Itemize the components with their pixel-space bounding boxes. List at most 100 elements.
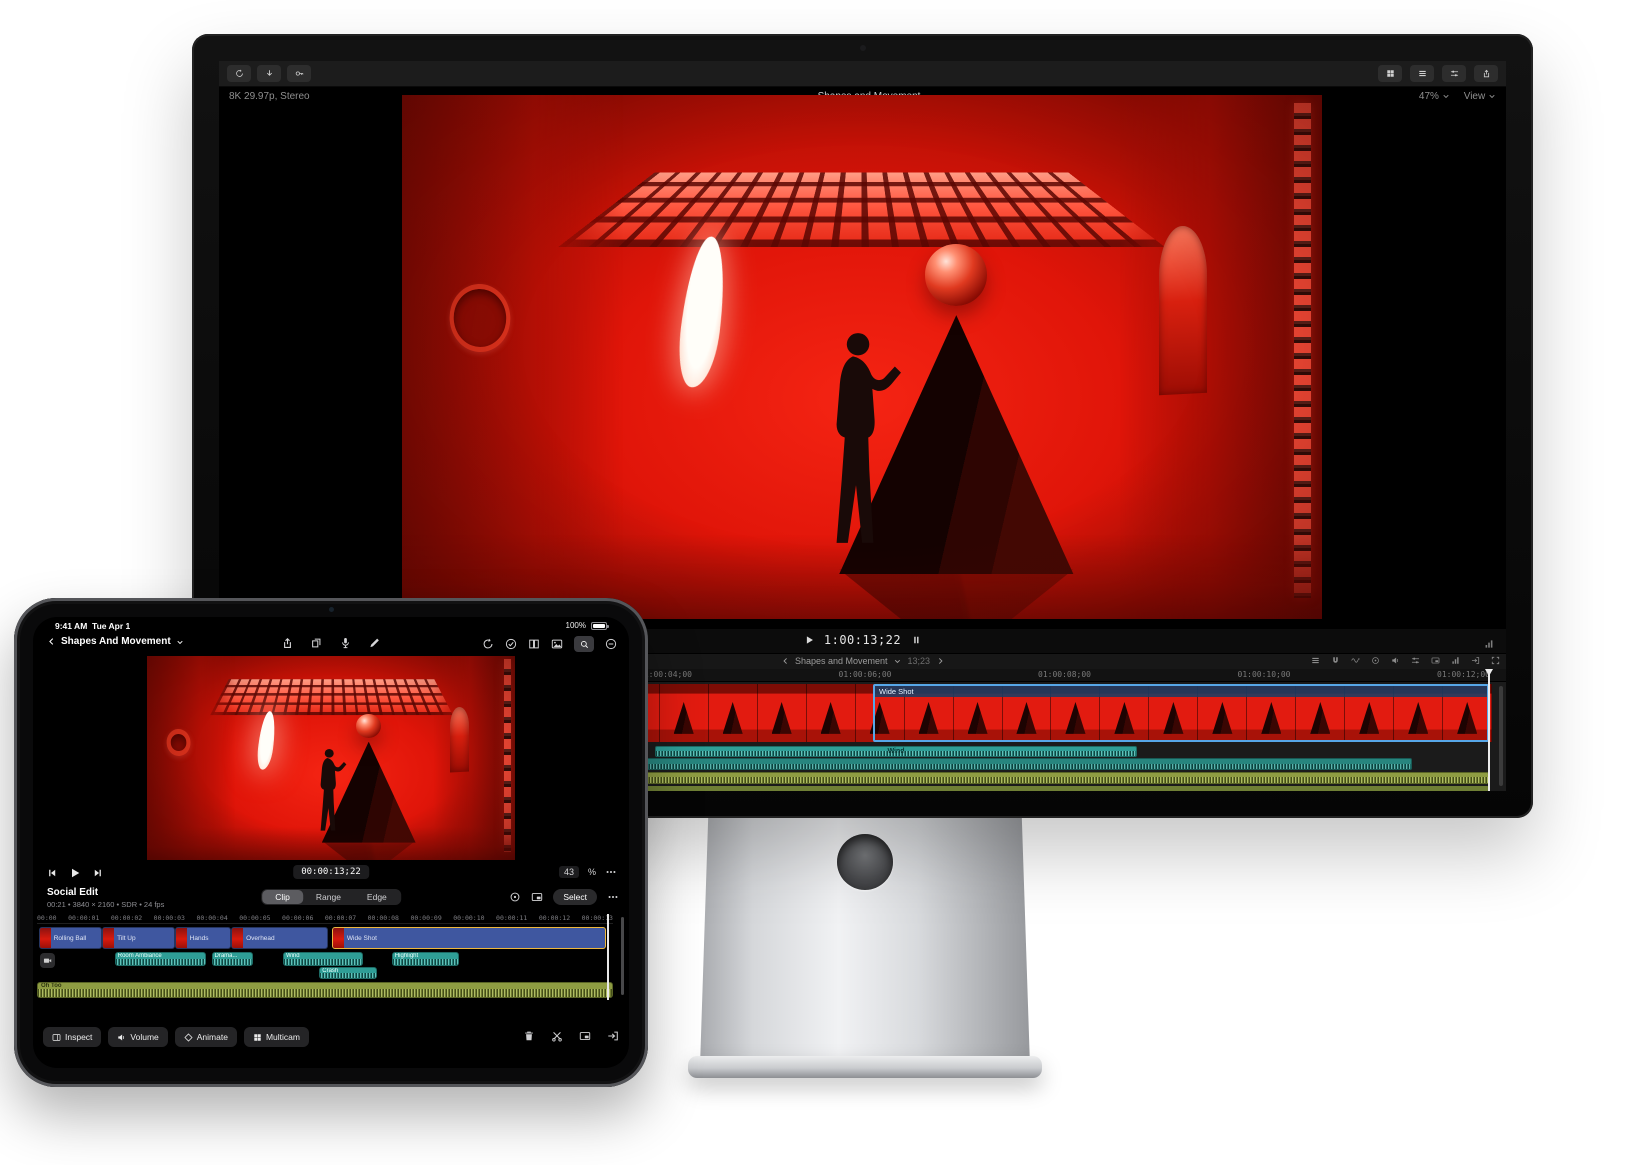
share-button[interactable] xyxy=(1474,65,1498,82)
ruler-label: 00:00:07 xyxy=(325,914,356,923)
ruler-label: 00:00:02 xyxy=(111,914,142,923)
stand-base xyxy=(688,1056,1042,1078)
segment-clip[interactable]: Clip xyxy=(262,890,303,904)
audio-clip[interactable]: Wind xyxy=(283,952,363,966)
audio-clip[interactable]: Drama... xyxy=(212,952,253,966)
chevron-down-icon xyxy=(1442,92,1450,100)
sliders-icon[interactable] xyxy=(1411,656,1420,665)
duplicate-icon[interactable] xyxy=(311,637,323,649)
print-icon[interactable] xyxy=(1471,656,1480,665)
ruler-label: 00:00:08 xyxy=(368,914,399,923)
share-icon[interactable] xyxy=(282,637,294,649)
chevron-down-icon[interactable] xyxy=(176,638,184,646)
chevron-right-icon[interactable] xyxy=(936,657,944,665)
volume-button[interactable]: Volume xyxy=(108,1027,167,1047)
film-frame[interactable] xyxy=(807,684,856,742)
meters-icon[interactable] xyxy=(1451,656,1460,665)
chevron-left-icon[interactable] xyxy=(781,657,789,665)
ruler-label: 00:00:12 xyxy=(539,914,570,923)
browser-grid-button[interactable] xyxy=(1378,65,1402,82)
segment-range[interactable]: Range xyxy=(303,890,354,904)
viewer-zoom-menu[interactable]: 47% xyxy=(1419,91,1450,102)
film-frame[interactable] xyxy=(758,684,807,742)
play-icon[interactable] xyxy=(804,635,814,645)
skip-back-icon[interactable] xyxy=(47,868,57,878)
segment-edge[interactable]: Edge xyxy=(354,890,400,904)
ipad-bottom-toolbar: Inspect Volume Animate Multicam xyxy=(43,1027,619,1049)
pause-icon[interactable] xyxy=(911,635,921,645)
adjust-sliders-button[interactable] xyxy=(1442,65,1466,82)
media-icon[interactable] xyxy=(551,638,563,650)
timeline-scrollbar[interactable] xyxy=(1499,686,1503,786)
import-button[interactable] xyxy=(257,65,281,82)
ruler-label: 00:00:04 xyxy=(196,914,227,923)
music-clip[interactable]: Oh Too xyxy=(37,982,613,998)
playhead[interactable] xyxy=(1488,669,1490,791)
mic-icon[interactable] xyxy=(340,637,352,649)
viewer-view-menu[interactable]: View xyxy=(1464,91,1496,102)
export-icon[interactable] xyxy=(607,1030,619,1042)
play-icon[interactable] xyxy=(69,867,81,879)
index-icon[interactable] xyxy=(1311,656,1320,665)
index-list-button[interactable] xyxy=(1410,65,1434,82)
rotate-icon[interactable] xyxy=(482,638,494,650)
video-clip[interactable]: Rolling Ball xyxy=(39,927,102,949)
pencil-icon[interactable] xyxy=(369,637,381,649)
skip-forward-icon[interactable] xyxy=(93,868,103,878)
clip-label: Oh Too xyxy=(41,983,62,989)
select-button[interactable]: Select xyxy=(553,889,597,905)
multicam-button[interactable]: Multicam xyxy=(244,1027,309,1047)
playhead[interactable] xyxy=(607,914,609,1000)
nav-project-title[interactable]: Shapes And Movement xyxy=(61,636,171,647)
zoom-fit-icon[interactable] xyxy=(1491,656,1500,665)
audio-clip[interactable]: Crash xyxy=(319,967,377,979)
blade-icon[interactable] xyxy=(551,1030,563,1042)
display-stand xyxy=(700,816,1030,1066)
timeline-project-title[interactable]: Shapes and Movement xyxy=(795,656,888,666)
video-clip[interactable]: Wide Shot xyxy=(332,927,606,949)
video-clip[interactable]: Overhead xyxy=(231,927,328,949)
inspect-button[interactable]: Inspect xyxy=(43,1027,101,1047)
trash-icon[interactable] xyxy=(523,1030,535,1042)
zoom-value[interactable]: 43 xyxy=(559,866,579,878)
keywords-button[interactable] xyxy=(287,65,311,82)
position-icon[interactable] xyxy=(1371,656,1380,665)
animate-button[interactable]: Animate xyxy=(175,1027,237,1047)
minus-circle-icon[interactable] xyxy=(605,638,617,650)
overlay-icon[interactable] xyxy=(1431,656,1440,665)
film-frame[interactable] xyxy=(709,684,758,742)
battery-percent: 100% xyxy=(566,621,586,630)
zoom-button[interactable] xyxy=(574,636,594,652)
audio-clip[interactable]: Room Ambiance xyxy=(115,952,207,966)
ipad-video-track: Rolling Ball Tilt Up Hands OverheadWide Sho… xyxy=(37,927,613,949)
zoom-unit: % xyxy=(588,867,596,877)
clip-label: Hands xyxy=(187,935,212,942)
magnet-icon[interactable] xyxy=(1331,656,1340,665)
more-icon[interactable] xyxy=(605,866,617,878)
chevron-down-icon[interactable] xyxy=(894,657,902,665)
clip-label: Rolling Ball xyxy=(51,935,90,942)
check-circle-icon[interactable] xyxy=(505,638,517,650)
timeline-zoom-scrollbar[interactable] xyxy=(621,917,624,995)
back-chevron-icon[interactable] xyxy=(47,637,56,646)
track-header-button[interactable] xyxy=(40,953,55,968)
picture-in-picture-icon[interactable] xyxy=(579,1030,591,1042)
project-row: Social Edit 00:21 • 3840 × 2160 • SDR • … xyxy=(33,887,629,911)
audio-clip[interactable]: Highlight xyxy=(392,952,459,966)
media-rotate-button[interactable] xyxy=(227,65,251,82)
ipad-transport: 00:00:13;22 43 % xyxy=(33,863,629,883)
video-clip[interactable]: Hands xyxy=(175,927,231,949)
position-icon[interactable] xyxy=(509,891,521,903)
selected-clip[interactable]: Wide Shot xyxy=(873,684,1489,742)
more-icon[interactable] xyxy=(607,891,619,903)
video-clip[interactable]: Tilt Up xyxy=(102,927,175,949)
skim-wave-icon[interactable] xyxy=(1351,656,1360,665)
audio-clip[interactable] xyxy=(519,758,1412,770)
film-frame[interactable] xyxy=(660,684,709,742)
audio-meters-icon[interactable] xyxy=(1484,639,1494,649)
overlay-icon[interactable] xyxy=(531,891,543,903)
ipad-timeline-ruler[interactable]: 00:0000:00:0100:00:0200:00:0300:00:0400:… xyxy=(37,914,613,924)
audio-clip[interactable]: Wind xyxy=(655,746,1137,757)
audio-icon[interactable] xyxy=(1391,656,1400,665)
columns-icon[interactable] xyxy=(528,638,540,650)
